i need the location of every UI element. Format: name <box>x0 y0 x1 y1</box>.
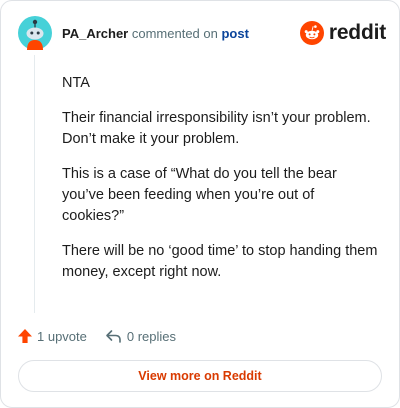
comment-paragraph: There will be no ‘good time’ to stop han… <box>62 243 378 280</box>
reddit-snoo-icon <box>299 21 324 45</box>
upvote-count: 1 upvote <box>37 328 87 344</box>
post-link[interactable]: post <box>221 26 248 41</box>
comment-body: NTA Their financial irresponsibility isn… <box>62 73 380 297</box>
comment-header: PA_Archer commented on post reddit <box>18 16 388 50</box>
comment-actions: 1 upvote 0 replies <box>17 326 176 346</box>
upvote-arrow-icon <box>18 329 32 343</box>
replies-button[interactable]: 0 replies <box>105 328 176 344</box>
upvote-button[interactable]: 1 upvote <box>17 328 87 344</box>
commented-on-text: commented on <box>131 26 218 41</box>
reddit-logo[interactable]: reddit <box>299 20 386 46</box>
comment-paragraph: Their financial irresponsibility isn’t y… <box>62 110 371 147</box>
avatar[interactable] <box>18 16 52 50</box>
comment-paragraph: This is a case of “What do you tell the … <box>62 166 337 224</box>
thread-line <box>34 55 35 313</box>
reply-arrow-icon <box>106 330 121 343</box>
replies-count: 0 replies <box>126 328 177 344</box>
username-link[interactable]: PA_Archer <box>62 26 128 41</box>
comment-meta: PA_Archer commented on post <box>62 26 249 41</box>
reddit-wordmark: reddit <box>328 21 386 44</box>
comment-paragraph: NTA <box>62 75 90 91</box>
reddit-embed-card: PA_Archer commented on post reddit NTA T… <box>0 0 400 408</box>
view-more-button[interactable]: View more on Reddit <box>18 360 382 392</box>
